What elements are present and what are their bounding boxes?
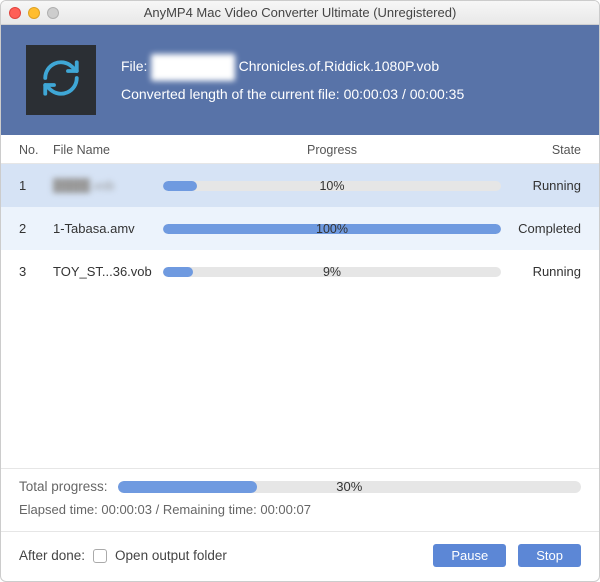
row-no: 1 — [19, 178, 53, 193]
row-state: Completed — [501, 221, 581, 236]
after-done-label: After done: — [19, 548, 85, 563]
total-progress-text: 30% — [336, 479, 362, 494]
total-progress-label: Total progress: — [19, 479, 108, 494]
elapsed-time-line: Elapsed time: 00:00:03 / Remaining time:… — [19, 502, 581, 525]
file-obscured: ████████ — [151, 54, 234, 81]
progress-text: 9% — [323, 265, 341, 279]
col-filename: File Name — [53, 143, 163, 157]
after-done-group: After done: Open output folder — [19, 548, 227, 563]
refresh-icon — [40, 57, 82, 104]
footer-row: After done: Open output folder Pause Sto… — [1, 531, 599, 581]
table-header: No. File Name Progress State — [1, 135, 599, 164]
header-text: File: ████████ Chronicles.of.Riddick.108… — [121, 53, 464, 107]
convert-icon-box — [26, 45, 96, 115]
col-progress: Progress — [163, 143, 501, 157]
col-no: No. — [19, 143, 53, 157]
window-title: AnyMP4 Mac Video Converter Ultimate (Unr… — [1, 5, 599, 20]
total-progress-fill — [118, 481, 257, 493]
open-output-folder-label: Open output folder — [115, 548, 227, 563]
row-progress: 9% — [163, 267, 501, 277]
close-window-button[interactable] — [9, 7, 21, 19]
row-filename: ████.vob — [53, 178, 163, 193]
maximize-window-button — [47, 7, 59, 19]
row-filename: TOY_ST...36.vob — [53, 264, 163, 279]
progress-fill — [163, 181, 197, 191]
progress-text: 100% — [316, 222, 348, 236]
traffic-lights — [9, 7, 59, 19]
total-progress-wrap: 30% — [118, 481, 581, 493]
pause-button[interactable]: Pause — [433, 544, 506, 567]
row-state: Running — [501, 264, 581, 279]
row-no: 3 — [19, 264, 53, 279]
total-progress-row: Total progress: 30% — [19, 479, 581, 494]
progress-fill — [163, 267, 193, 277]
table-row[interactable]: 3 TOY_ST...36.vob 9% Running — [1, 250, 599, 293]
app-window: AnyMP4 Mac Video Converter Ultimate (Unr… — [0, 0, 600, 582]
progress-text: 10% — [319, 179, 344, 193]
row-no: 2 — [19, 221, 53, 236]
file-label: File: — [121, 58, 147, 74]
converted-length-line: Converted length of the current file: 00… — [121, 81, 464, 108]
row-progress: 100% — [163, 224, 501, 234]
file-name-rest: Chronicles.of.Riddick.1080P.vob — [239, 58, 440, 74]
open-output-folder-checkbox[interactable] — [93, 549, 107, 563]
rows-container: 1 ████.vob 10% Running 2 1-Tabasa.amv 10… — [1, 164, 599, 468]
minimize-window-button[interactable] — [28, 7, 40, 19]
titlebar: AnyMP4 Mac Video Converter Ultimate (Unr… — [1, 1, 599, 25]
col-state: State — [501, 143, 581, 157]
row-state: Running — [501, 178, 581, 193]
stop-button[interactable]: Stop — [518, 544, 581, 567]
table-row[interactable]: 2 1-Tabasa.amv 100% Completed — [1, 207, 599, 250]
header-panel: File: ████████ Chronicles.of.Riddick.108… — [1, 25, 599, 135]
footer-buttons: Pause Stop — [433, 544, 581, 567]
row-progress: 10% — [163, 181, 501, 191]
row-filename: 1-Tabasa.amv — [53, 221, 163, 236]
table-row[interactable]: 1 ████.vob 10% Running — [1, 164, 599, 207]
bottom-area: Total progress: 30% Elapsed time: 00:00:… — [1, 468, 599, 531]
